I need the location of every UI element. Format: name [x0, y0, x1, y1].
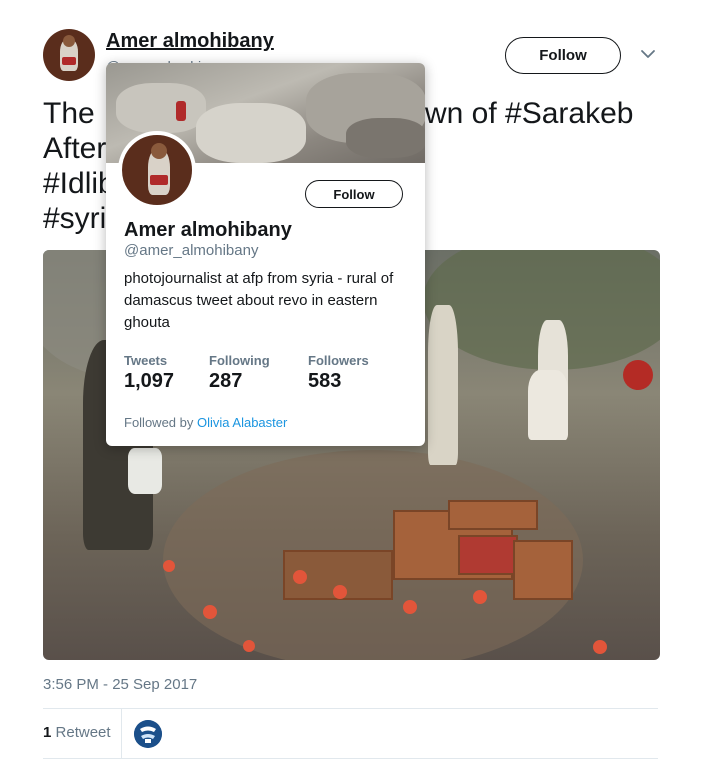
tweet-text-line-right: wn of #Sarakeb: [425, 97, 634, 130]
retweet-count-label: Retweet: [55, 724, 111, 741]
stat-value: 287: [209, 370, 243, 392]
divider: [43, 758, 658, 759]
profile-card-name[interactable]: Amer almohibany: [124, 219, 292, 242]
stat-followers[interactable]: Followers 583: [308, 353, 369, 393]
profile-card-avatar[interactable]: [118, 131, 196, 209]
follow-button[interactable]: Follow: [505, 37, 621, 74]
profile-card-follow-button[interactable]: Follow: [305, 180, 403, 208]
divider: [43, 708, 658, 709]
followed-by-prefix: Followed by: [124, 415, 194, 430]
stat-label: Tweets: [124, 353, 168, 368]
stat-following[interactable]: Following 287: [209, 353, 270, 393]
retweet-count-value: 1: [43, 724, 52, 741]
divider: [121, 708, 122, 758]
profile-hover-card: Follow Amer almohibany @amer_almohibany …: [106, 63, 425, 446]
profile-card-handle[interactable]: @amer_almohibany: [124, 242, 258, 259]
stat-label: Following: [209, 353, 270, 368]
stat-label: Followers: [308, 353, 369, 368]
author-name[interactable]: Amer almohibany: [106, 30, 274, 53]
author-avatar[interactable]: [43, 29, 95, 81]
retweeter-avatar[interactable]: [134, 720, 162, 748]
stat-value: 1,097: [124, 370, 175, 392]
stat-value: 583: [308, 370, 342, 392]
retweet-count[interactable]: 1 Retweet: [43, 724, 111, 741]
stat-tweets[interactable]: Tweets 1,097: [124, 353, 174, 393]
followed-by-link[interactable]: Olivia Alabaster: [197, 415, 287, 430]
followed-by: Followed by Olivia Alabaster: [124, 415, 287, 430]
profile-card-bio: photojournalist at afp from syria - rura…: [124, 270, 394, 331]
tweet-text-line: The: [43, 97, 95, 130]
chevron-down-icon[interactable]: [638, 44, 658, 64]
tweet-timestamp[interactable]: 3:56 PM - 25 Sep 2017: [43, 676, 197, 693]
